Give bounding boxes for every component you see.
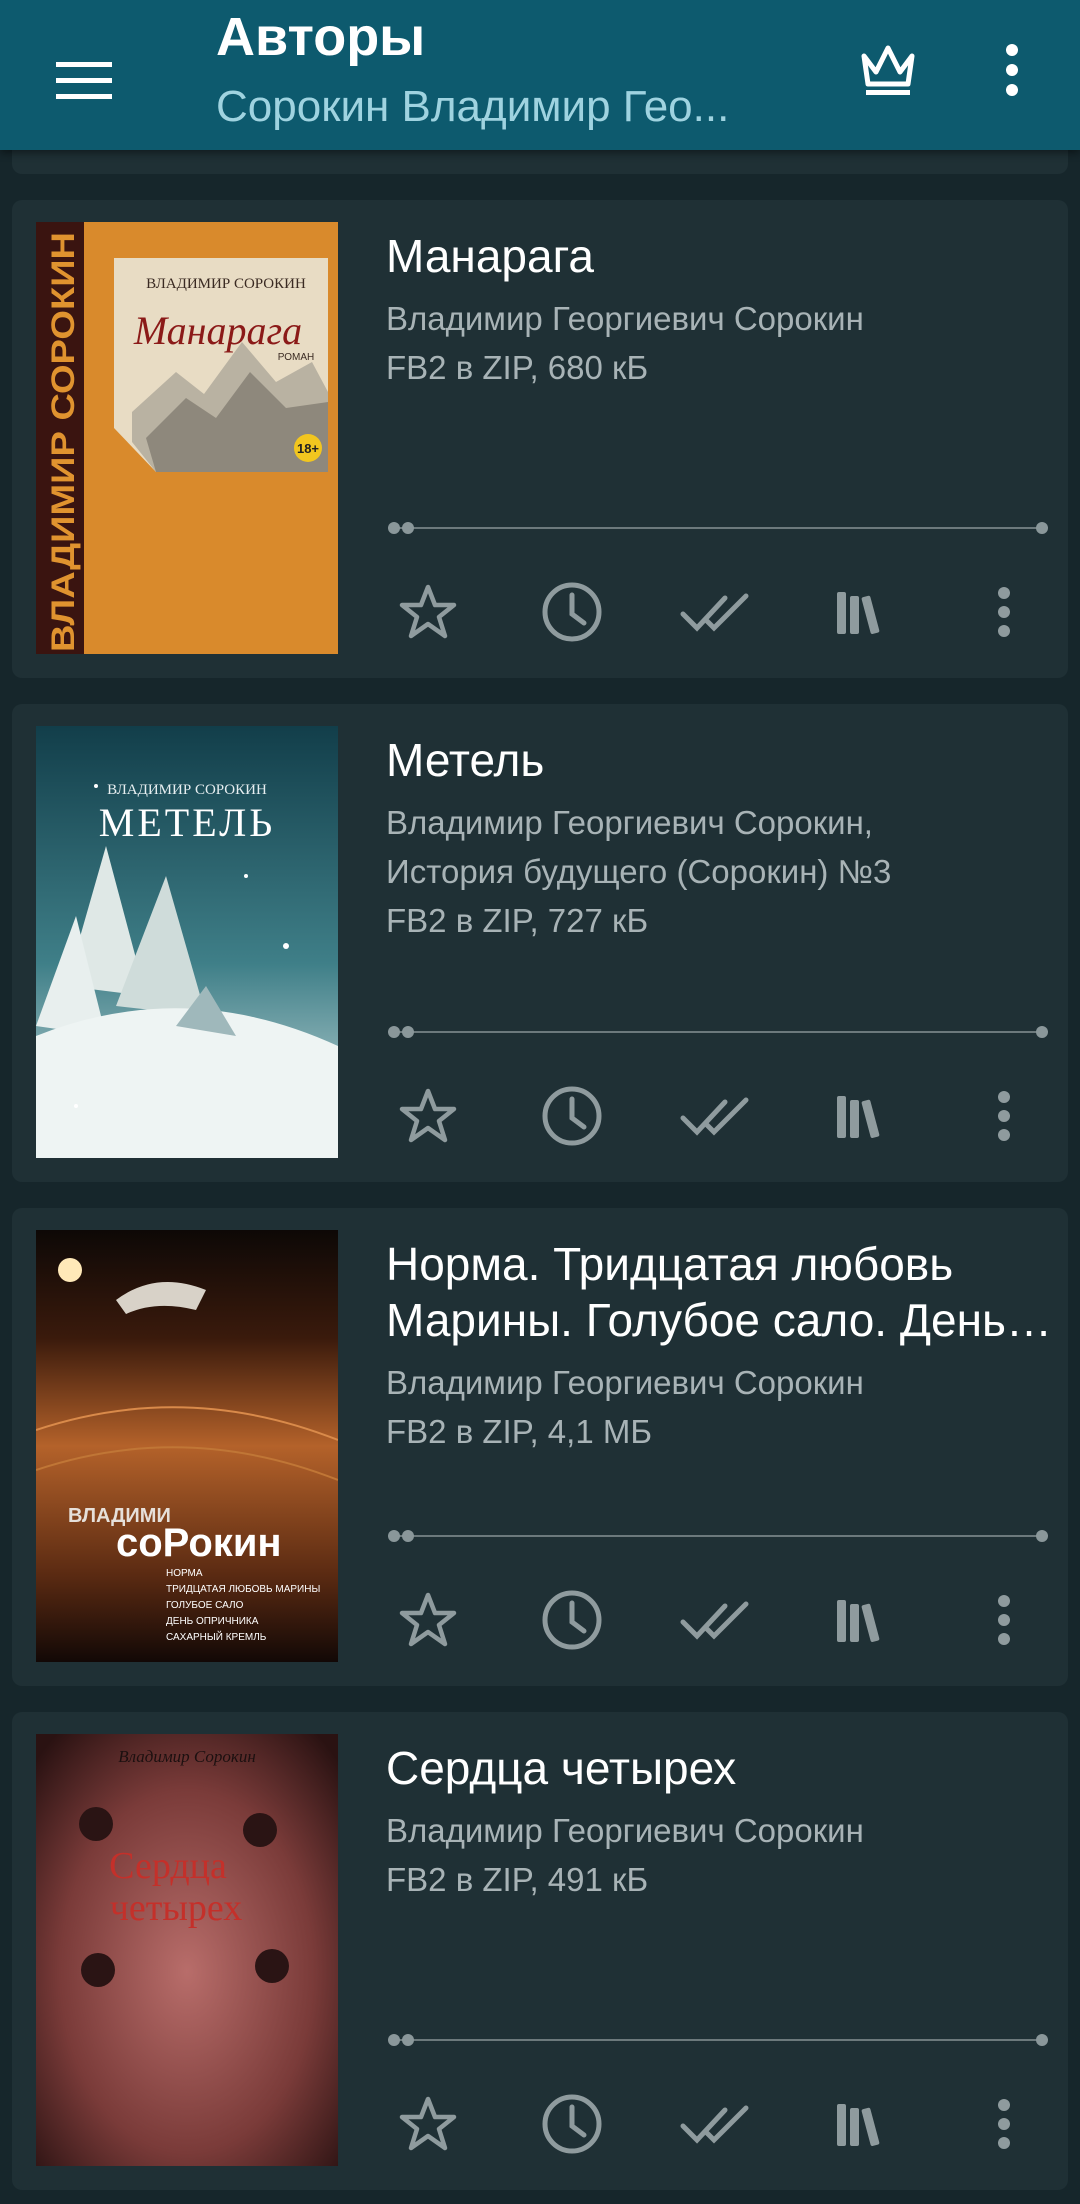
- favorite-button[interactable]: [386, 1578, 470, 1662]
- books-icon: [837, 592, 880, 634]
- vertical-dots-icon: [998, 587, 1010, 637]
- vertical-dots-icon: [998, 1595, 1010, 1645]
- cover-contents-2: ТРИДЦАТАЯ ЛЮБОВЬ МАРИНЫ: [166, 1584, 320, 1595]
- vertical-dots-icon: [998, 1091, 1010, 1141]
- book-actions: [386, 2082, 1046, 2166]
- clock-icon: [542, 582, 602, 642]
- book-meta: Владимир Георгиевич Сорокин FB2 в ZIP, 4…: [386, 1358, 1056, 1456]
- mark-read-button[interactable]: [674, 1578, 758, 1662]
- book-format-size: FB2 в ZIP, 727 кБ: [386, 902, 649, 939]
- cover-author: Владимир Сорокин: [118, 1747, 256, 1766]
- book-format-size: FB2 в ZIP, 680 кБ: [386, 349, 649, 386]
- star-outline-icon: [399, 1592, 457, 1647]
- clock-icon: [542, 1590, 602, 1650]
- book-cover[interactable]: Владимир Сорокин Сердца четырех: [36, 1734, 338, 2166]
- item-menu-button[interactable]: [962, 1074, 1046, 1158]
- book-title[interactable]: Норма. Тридцатая любовь Марины. Голубое …: [386, 1236, 1056, 1348]
- book-meta: Владимир Георгиевич Сорокин FB2 в ZIP, 4…: [386, 1806, 1056, 1904]
- book-actions: [386, 1074, 1046, 1158]
- double-check-icon: [680, 2105, 749, 2144]
- read-later-button[interactable]: [530, 2082, 614, 2166]
- menu-button[interactable]: [40, 36, 128, 124]
- book-format-size: FB2 в ZIP, 4,1 МБ: [386, 1413, 652, 1450]
- books-icon: [837, 1600, 880, 1642]
- age-badge: 18+: [297, 441, 319, 456]
- hamburger-menu-icon: [56, 62, 112, 99]
- book-author: Владимир Георгиевич Сорокин: [386, 300, 864, 337]
- books-icon: [837, 1096, 880, 1138]
- book-title[interactable]: Сердца четырех: [386, 1740, 1056, 1796]
- book-title[interactable]: Метель: [386, 732, 1056, 788]
- cover-contents-4: ДЕНЬ ОПРИЧНИКА: [166, 1616, 259, 1627]
- cover-genre: РОМАН: [278, 352, 314, 363]
- book-title[interactable]: Манарага: [386, 228, 1056, 284]
- books-icon: [837, 2104, 880, 2146]
- cover-contents-3: ГОЛУБОЕ САЛО: [166, 1600, 244, 1611]
- book-card[interactable]: ВЛАДИМИР СОРОКИН ВЛАДИМИР СОРОКИН Манара…: [12, 200, 1068, 678]
- double-check-icon: [680, 1601, 749, 1640]
- book-series: История будущего (Сорокин) №3: [386, 853, 892, 890]
- book-cover[interactable]: ВЛАДИМИР СОРОКИН МЕТЕЛЬ: [36, 726, 338, 1158]
- book-actions: [386, 570, 1046, 654]
- app-bar: Авторы Сорокин Владимир Гео...: [0, 0, 1080, 150]
- reading-progress: [388, 520, 1048, 536]
- page-subtitle: Сорокин Владимир Гео...: [216, 82, 730, 131]
- item-menu-button[interactable]: [962, 1578, 1046, 1662]
- bookshelf-button[interactable]: [818, 2082, 902, 2166]
- star-outline-icon: [399, 584, 457, 639]
- book-cover[interactable]: ВЛАДИМИ соРокин НОРМА ТРИДЦАТАЯ ЛЮБОВЬ М…: [36, 1230, 338, 1662]
- bookshelf-button[interactable]: [818, 570, 902, 654]
- cover-title-line-1: Сердца: [109, 1845, 227, 1887]
- cover-title: соРокин: [116, 1521, 282, 1565]
- favorite-button[interactable]: [386, 1074, 470, 1158]
- reading-progress: [388, 1024, 1048, 1040]
- book-author: Владимир Георгиевич Сорокин,: [386, 804, 873, 841]
- reading-progress: [388, 2032, 1048, 2048]
- double-check-icon: [680, 593, 749, 632]
- reading-progress: [388, 1528, 1048, 1544]
- book-card[interactable]: ВЛАДИМИР СОРОКИН МЕТЕЛЬ Метель Владимир …: [12, 704, 1068, 1182]
- star-outline-icon: [399, 1088, 457, 1143]
- double-check-icon: [680, 1097, 749, 1136]
- vertical-dots-icon: [1006, 44, 1018, 96]
- book-author: Владимир Георгиевич Сорокин: [386, 1364, 864, 1401]
- clock-icon: [542, 2094, 602, 2154]
- cover-title-line-2: четырех: [110, 1887, 242, 1929]
- book-actions: [386, 1578, 1046, 1662]
- cover-title: МЕТЕЛЬ: [99, 800, 275, 845]
- star-outline-icon: [399, 2096, 457, 2151]
- book-card[interactable]: Владимир Сорокин Сердца четырех Сердца ч…: [12, 1712, 1068, 2190]
- spine-text: ВЛАДИМИР СОРОКИН: [45, 232, 81, 652]
- book-meta: Владимир Георгиевич Сорокин FB2 в ZIP, 6…: [386, 294, 1056, 392]
- bookshelf-button[interactable]: [818, 1578, 902, 1662]
- item-menu-button[interactable]: [962, 570, 1046, 654]
- cover-author: ВЛАДИМИР СОРОКИН: [107, 782, 267, 798]
- premium-button[interactable]: [848, 30, 928, 110]
- read-later-button[interactable]: [530, 1578, 614, 1662]
- read-later-button[interactable]: [530, 570, 614, 654]
- item-menu-button[interactable]: [962, 2082, 1046, 2166]
- clock-icon: [542, 1086, 602, 1146]
- crown-icon: [861, 45, 915, 95]
- cover-title: Манарага: [133, 308, 302, 353]
- mark-read-button[interactable]: [674, 2082, 758, 2166]
- mark-read-button[interactable]: [674, 1074, 758, 1158]
- mark-read-button[interactable]: [674, 570, 758, 654]
- cover-author: ВЛАДИМИР СОРОКИН: [146, 276, 306, 292]
- cover-contents-5: САХАРНЫЙ КРЕМЛЬ: [166, 1630, 267, 1643]
- cover-contents-1: НОРМА: [166, 1568, 203, 1579]
- book-author: Владимир Георгиевич Сорокин: [386, 1812, 864, 1849]
- overflow-menu-button[interactable]: [972, 30, 1052, 110]
- book-meta: Владимир Георгиевич Сорокин, История буд…: [386, 798, 1056, 945]
- book-format-size: FB2 в ZIP, 491 кБ: [386, 1861, 649, 1898]
- book-card[interactable]: ВЛАДИМИ соРокин НОРМА ТРИДЦАТАЯ ЛЮБОВЬ М…: [12, 1208, 1068, 1686]
- bookshelf-button[interactable]: [818, 1074, 902, 1158]
- vertical-dots-icon: [998, 2099, 1010, 2149]
- page-title: Авторы: [216, 7, 426, 67]
- read-later-button[interactable]: [530, 1074, 614, 1158]
- book-cover[interactable]: ВЛАДИМИР СОРОКИН ВЛАДИМИР СОРОКИН Манара…: [36, 222, 338, 654]
- favorite-button[interactable]: [386, 2082, 470, 2166]
- favorite-button[interactable]: [386, 570, 470, 654]
